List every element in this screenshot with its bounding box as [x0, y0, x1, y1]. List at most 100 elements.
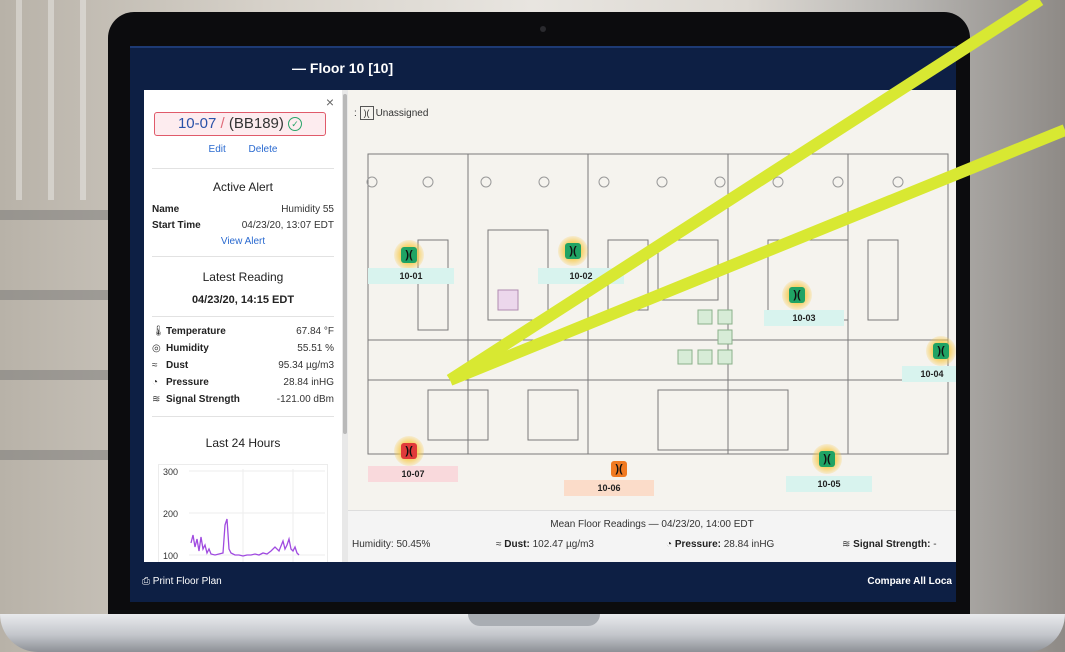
- legend-label: Unassigned: [375, 108, 429, 119]
- delete-link[interactable]: Delete: [249, 144, 278, 155]
- sensor-marker[interactable]: )(: [394, 240, 424, 270]
- reading-value: 67.84 °F: [296, 326, 334, 337]
- reading-label: Pressure: [166, 377, 209, 388]
- sensor-detail-panel: × 10-07 / (BB189) ✓ Edit Delete Active A…: [144, 90, 342, 562]
- latest-reading-time: 04/23/20, 14:15 EDT: [191, 294, 295, 306]
- sensor-marker[interactable]: )(: [394, 436, 424, 466]
- railing: [0, 210, 120, 220]
- sensor-label[interactable]: 10-06: [564, 480, 654, 496]
- window-blind: [80, 0, 86, 200]
- unassigned-icon: )(: [359, 106, 374, 120]
- reading-label: Dust: [166, 360, 189, 371]
- sensor-label[interactable]: 10-03: [764, 310, 844, 326]
- humidity-series-line: [190, 518, 300, 557]
- alert-name-label: Name: [152, 204, 180, 215]
- history-chart: 300 200 100: [158, 464, 328, 562]
- reading-row: ◔ Pressure 28.84 inHG: [152, 377, 334, 388]
- reading-value: 95.34 µg/m3: [278, 360, 334, 371]
- dust-icon: ≈: [496, 539, 502, 550]
- sensor-label[interactable]: 10-02: [538, 268, 624, 284]
- edit-link[interactable]: Edit: [209, 144, 226, 155]
- window-blind: [48, 0, 54, 200]
- sensor-title: 10-07 / (BB189) ✓: [154, 112, 326, 136]
- latest-reading-heading: Latest Reading: [202, 270, 284, 284]
- sensor-label[interactable]: 10-01: [368, 268, 454, 284]
- sensor-marker[interactable]: )(: [558, 236, 588, 266]
- sensor-tag: (BB189): [228, 115, 284, 132]
- view-alert-container: View Alert: [144, 236, 342, 247]
- divider: [152, 168, 334, 169]
- sensor-label[interactable]: 10-07: [368, 466, 458, 482]
- reading-row: ≋ Signal Strength -121.00 dBm: [152, 394, 334, 405]
- sensor-marker[interactable]: )(: [812, 444, 842, 474]
- thermometer-icon: 🌡: [152, 326, 165, 337]
- reading-value: 28.84 inHG: [283, 377, 334, 388]
- floor-plan-drawing: [366, 153, 949, 455]
- wifi-icon: ≋: [152, 394, 161, 405]
- reading-label: Temperature: [166, 326, 226, 337]
- scrollbar-thumb[interactable]: [343, 94, 347, 434]
- sensor-marker[interactable]: )(: [782, 280, 812, 310]
- mean-signal: ≋ Signal Strength: -: [842, 539, 937, 550]
- floor-plan-map[interactable]: : )(Unassigned )( 10-01 )( 10-02 )( 10-0…: [348, 90, 956, 510]
- footer-bar: ⎙ Print Floor Plan Compare All Loca: [130, 562, 956, 602]
- sensor-separator: /: [220, 115, 225, 132]
- window-blind: [16, 0, 22, 200]
- mean-dust: ≈ Dust: 102.47 µg/m3: [496, 539, 594, 550]
- sensor-icon: )(: [401, 247, 417, 263]
- sensor-icon: )(: [565, 243, 581, 259]
- sensor-label[interactable]: 10-05: [786, 476, 872, 492]
- print-floor-plan-button[interactable]: ⎙ Print Floor Plan: [142, 576, 222, 587]
- reading-label: Humidity: [166, 343, 209, 354]
- last-24-hours-heading: Last 24 Hours: [205, 436, 281, 450]
- sensor-label[interactable]: 10-04: [902, 366, 956, 382]
- mean-pressure-value: 28.84 inHG: [723, 539, 775, 550]
- reading-value: 55.51 %: [297, 343, 334, 354]
- alert-start-row: Start Time 04/23/20, 13:07 EDT: [152, 220, 334, 231]
- tick-label: 300: [163, 467, 178, 477]
- sensor-icon: )(: [819, 451, 835, 467]
- mean-pressure-label: Pressure:: [674, 539, 721, 550]
- app-screen: — Floor 10 [10] × 10-07 / (BB189) ✓ Edit…: [130, 46, 956, 602]
- humidity-icon: ◎: [152, 343, 161, 354]
- compare-all-locations-button[interactable]: Compare All Loca: [867, 576, 952, 587]
- tick-label: 100: [163, 551, 178, 561]
- close-icon[interactable]: ×: [326, 94, 334, 110]
- header-bar: — Floor 10 [10]: [130, 46, 956, 90]
- mean-humidity: Humidity: 50.45%: [352, 539, 430, 550]
- alert-start-value: 04/23/20, 13:07 EDT: [241, 220, 334, 231]
- webcam-icon: [540, 26, 546, 32]
- sensor-icon: )(: [611, 461, 627, 477]
- reading-row: ≈ Dust 95.34 µg/m3: [152, 360, 334, 371]
- mean-readings-title: Mean Floor Readings — 04/23/20, 14:00 ED…: [550, 519, 754, 530]
- divider: [152, 316, 334, 317]
- sensor-actions: Edit Delete: [144, 144, 342, 155]
- reading-value: -121.00 dBm: [276, 394, 334, 405]
- mean-signal-label: Signal Strength:: [853, 539, 931, 550]
- mean-signal-value: -: [933, 539, 937, 550]
- sensor-icon: )(: [401, 443, 417, 459]
- sensor-icon: )(: [789, 287, 805, 303]
- history-chart-svg: 300 200 100: [163, 467, 325, 562]
- railing: [0, 290, 120, 300]
- divider: [152, 416, 334, 417]
- laptop-notch: [468, 614, 600, 626]
- alert-start-label: Start Time: [152, 220, 201, 231]
- reading-row: 🌡Temperature 67.84 °F: [152, 326, 334, 337]
- mean-pressure: ◔ Pressure: 28.84 inHG: [666, 539, 774, 550]
- check-circle-icon: ✓: [288, 117, 303, 132]
- gauge-icon: ◔: [666, 539, 673, 550]
- floor-title: — Floor 10 [10]: [292, 60, 394, 76]
- legend: : )(Unassigned: [354, 106, 428, 120]
- sensor-id: 10-07: [177, 115, 217, 132]
- railing: [0, 370, 120, 380]
- mean-humidity-value: 50.45%: [396, 539, 431, 550]
- sensor-marker[interactable]: )(: [926, 336, 956, 366]
- dust-icon: ≈: [152, 360, 158, 371]
- divider: [152, 256, 334, 257]
- view-alert-link[interactable]: View Alert: [221, 236, 265, 247]
- railing: [0, 450, 120, 460]
- mean-humidity-label: Humidity:: [352, 539, 394, 550]
- sensor-icon: )(: [933, 343, 949, 359]
- printer-icon: ⎙: [142, 576, 150, 587]
